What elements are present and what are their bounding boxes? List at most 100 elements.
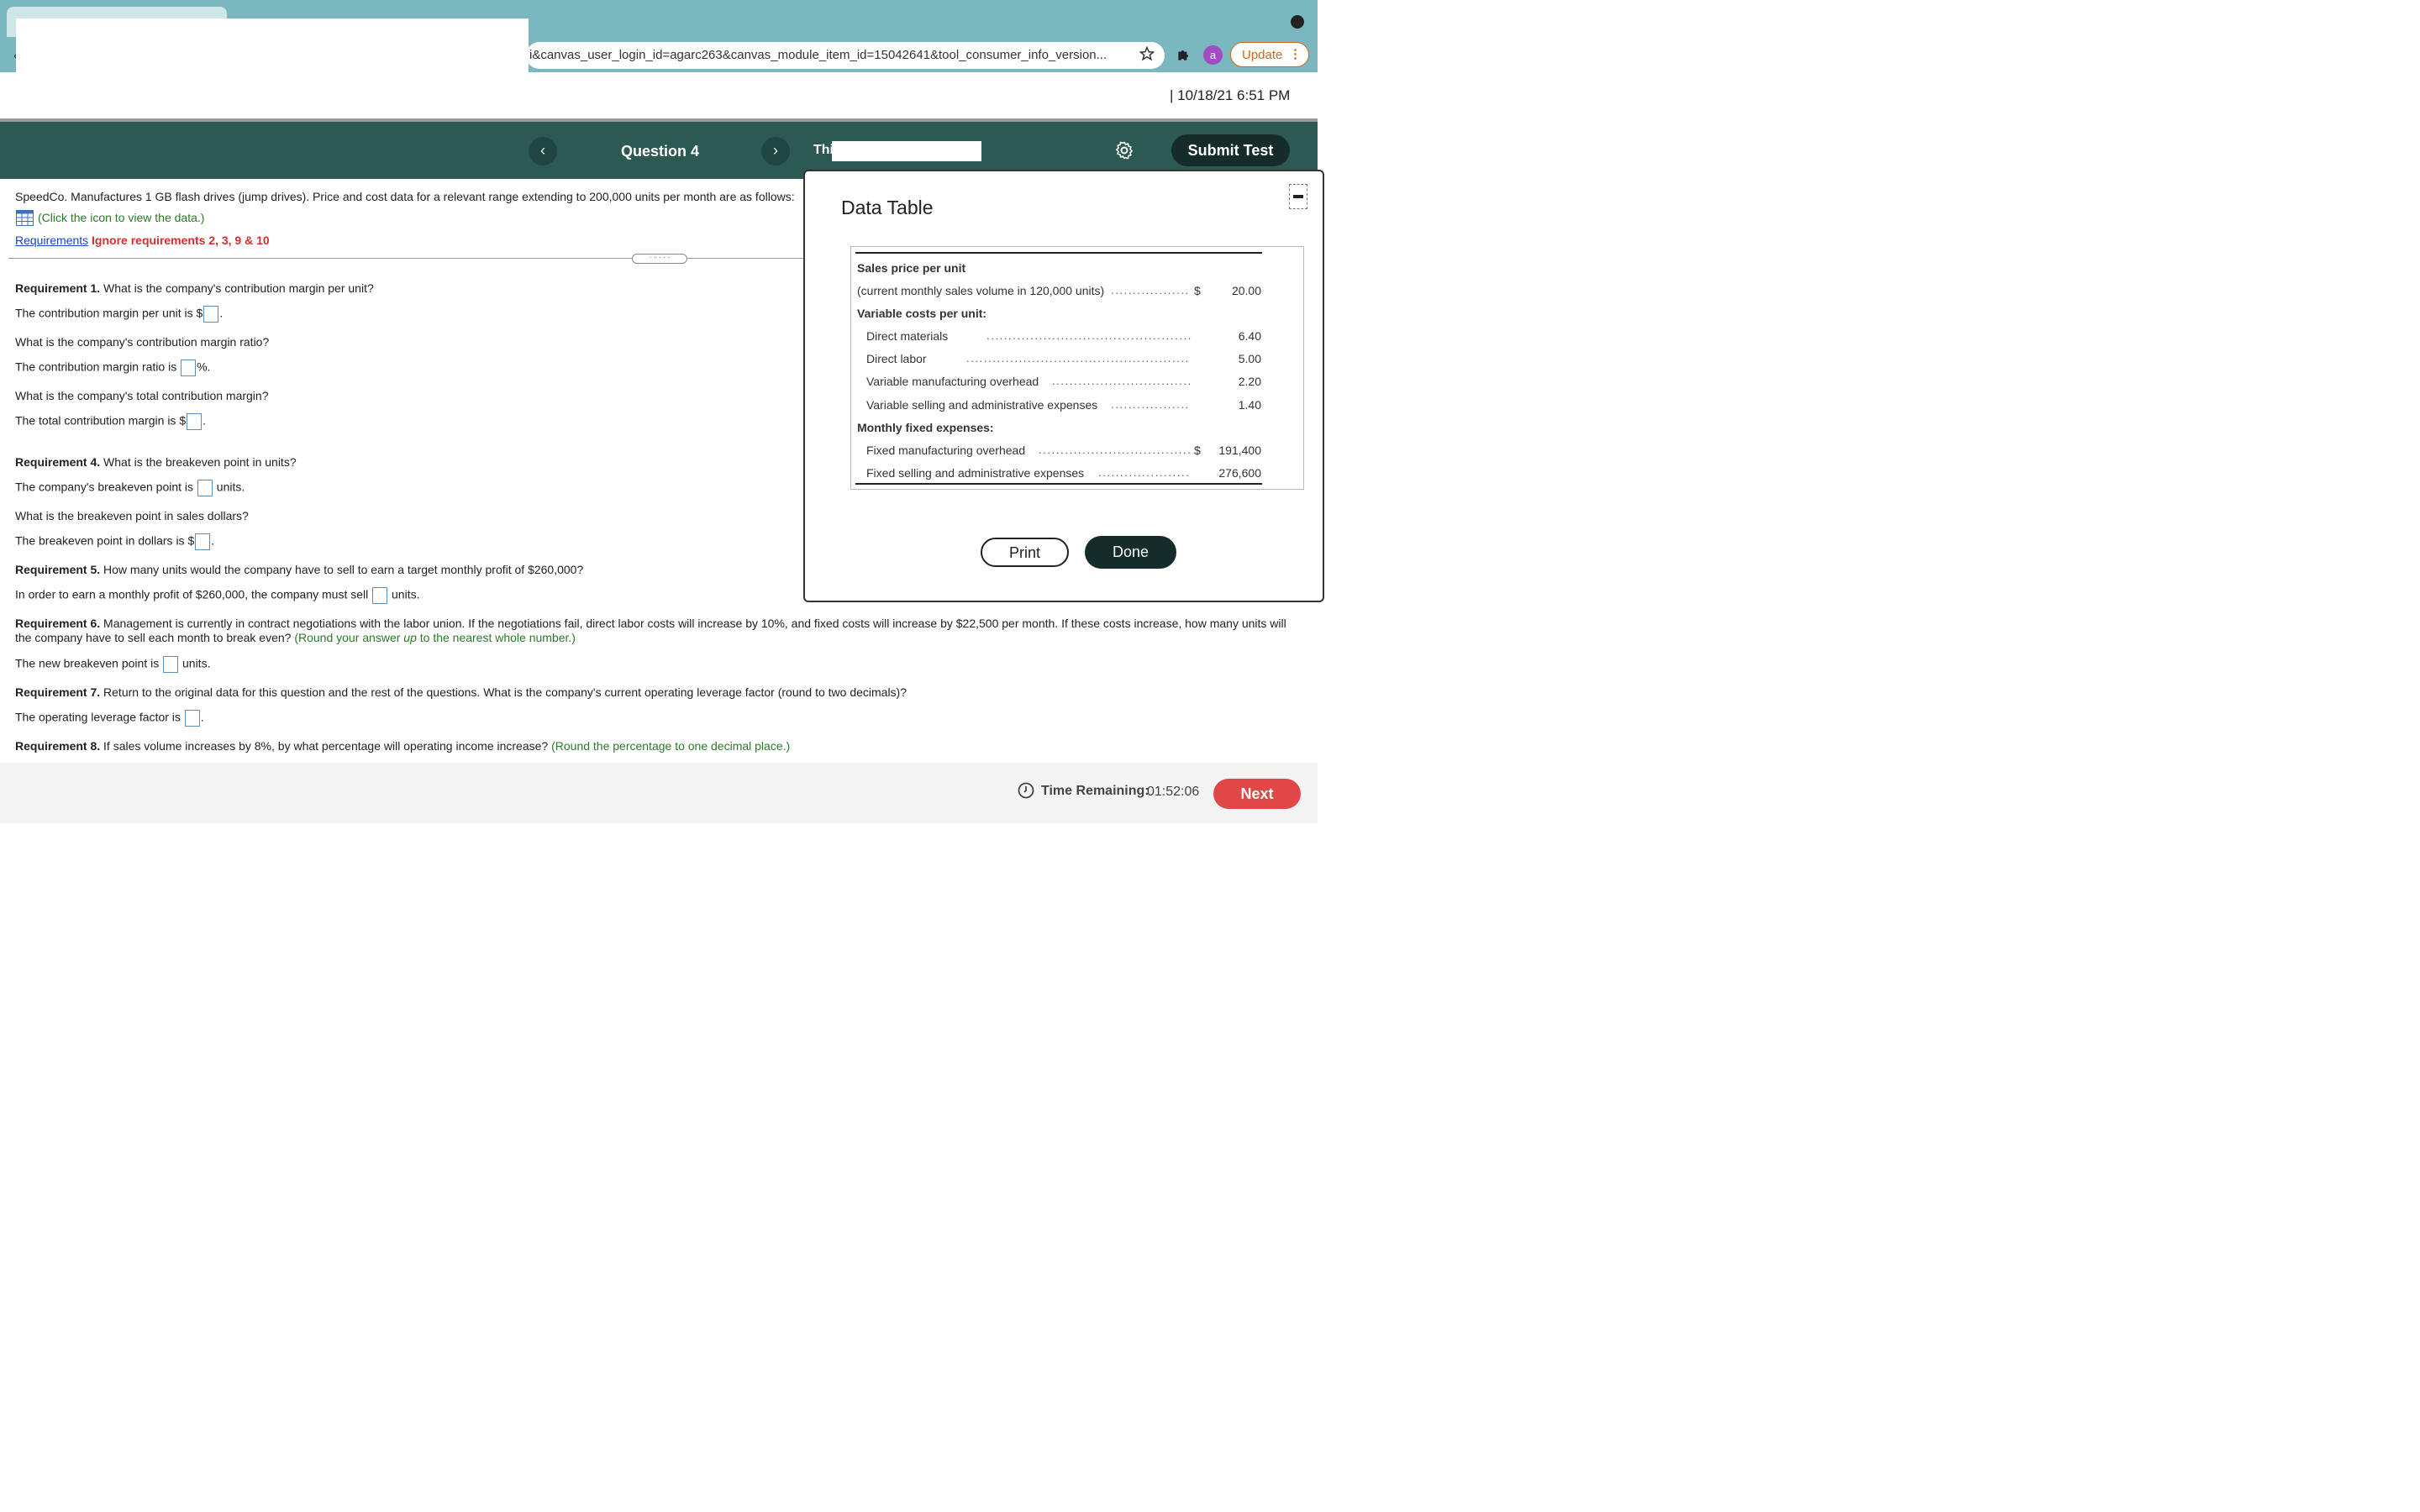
cm-ratio-row: The contribution margin ratio is %. — [15, 360, 210, 376]
be-units-row: The company's breakeven point is units. — [15, 480, 245, 496]
requirement-4: Requirement 4. What is the breakeven poi… — [15, 455, 297, 469]
next-question-button[interactable]: › — [761, 137, 790, 165]
submit-test-button[interactable]: Submit Test — [1171, 134, 1290, 166]
table-rule — [855, 483, 1262, 485]
answer-suffix: %. — [197, 360, 211, 374]
tab-search-icon[interactable] — [1291, 15, 1304, 29]
question-label: Question 4 — [621, 143, 700, 160]
requirement-7: Requirement 7. Return to the original da… — [15, 685, 907, 699]
requirements-link[interactable]: Requirements — [15, 234, 88, 247]
browser-update-button[interactable]: Update ⋮ — [1230, 42, 1309, 67]
answer-suffix: . — [200, 710, 204, 724]
info-row — [0, 72, 1318, 119]
req-label: Requirement 1. — [15, 281, 101, 295]
req-label: Requirement 4. — [15, 455, 101, 469]
req-text: How many units would the company have to… — [100, 563, 584, 576]
req-label: Requirement 8. — [15, 739, 101, 753]
cm-ratio-input[interactable] — [181, 360, 197, 376]
answer-suffix: units. — [182, 656, 211, 670]
more-menu-icon[interactable]: ⋮ — [1289, 46, 1302, 61]
bookmark-star-icon[interactable] — [1139, 46, 1155, 61]
dt-row-label: Direct materials — [866, 329, 949, 343]
answer-prefix: The total contribution margin is $ — [15, 413, 187, 428]
modal-title: Data Table — [841, 197, 934, 218]
requirement-8: Requirement 8. If sales volume increases… — [15, 739, 790, 753]
dt-row-label: Variable manufacturing overhead — [866, 375, 1039, 388]
dt-row-label: Direct labor — [866, 352, 927, 365]
dt-leader-dots: ........................................… — [986, 329, 1191, 342]
dt-value: 276,600 — [1218, 466, 1261, 480]
be-units-input[interactable] — [197, 480, 213, 496]
req-text: the company have to sell each month to b… — [15, 631, 292, 644]
answer-prefix: In order to earn a monthly profit of $26… — [15, 587, 369, 601]
dt-row-label: (current monthly sales volume in 120,000… — [857, 284, 1105, 297]
dt-value: 6.40 — [1238, 329, 1261, 343]
minimize-button[interactable] — [1289, 184, 1307, 209]
round-hint: (Round the percentage to one decimal pla… — [548, 739, 791, 753]
dt-leader-dots: ........................................… — [1111, 284, 1191, 297]
dt-row-label: Variable costs per unit: — [857, 307, 987, 320]
data-table-icon[interactable] — [16, 210, 34, 226]
answer-suffix: . — [203, 413, 206, 428]
datetime: | 10/18/21 6:51 PM — [1170, 87, 1291, 103]
round-hint: (Round your answer up to the nearest who… — [291, 631, 576, 644]
print-button[interactable]: Print — [981, 538, 1069, 567]
answer-suffix: units. — [216, 480, 245, 494]
profile-avatar[interactable]: a — [1203, 45, 1223, 65]
total-cm-row: The total contribution margin is $. — [15, 413, 206, 430]
olf-input[interactable] — [184, 710, 200, 727]
be-dollars-question: What is the breakeven point in sales dol… — [15, 509, 249, 522]
be-dollars-row: The breakeven point in dollars is $. — [15, 533, 214, 550]
dt-leader-dots: ........................................… — [1052, 375, 1191, 387]
dt-row-label: Monthly fixed expenses: — [857, 421, 994, 434]
olf-row: The operating leverage factor is . — [15, 710, 204, 727]
req-text: What is the breakeven point in units? — [100, 455, 297, 469]
divider-handle[interactable]: · · · · · — [632, 254, 687, 264]
new-be-row: The new breakeven point is units. — [15, 656, 210, 673]
dt-leader-dots: ........................................… — [966, 352, 1191, 365]
dt-value: 1.40 — [1238, 398, 1261, 412]
be-dollars-input[interactable] — [195, 533, 211, 550]
dt-value: 20.00 — [1231, 284, 1261, 297]
test-title: Thi — [813, 143, 834, 157]
total-cm-input[interactable] — [187, 413, 203, 430]
dt-row-label: Sales price per unit — [857, 261, 966, 275]
requirement-6: Requirement 6. Management is currently i… — [15, 617, 1286, 630]
next-button[interactable]: Next — [1213, 779, 1301, 809]
url-text[interactable]: i&canvas_user_login_id=agarc263&canvas_m… — [529, 48, 1107, 62]
view-data-hint[interactable]: (Click the icon to view the data.) — [38, 211, 204, 224]
redacted-title — [832, 141, 981, 161]
answer-prefix: The contribution margin ratio is — [15, 360, 177, 374]
extensions-puzzle-icon[interactable] — [1176, 46, 1192, 63]
time-remaining-label: Time Remaining: — [1041, 784, 1150, 798]
requirement-5: Requirement 5. How many units would the … — [15, 563, 583, 576]
dt-dollar: $ — [1194, 284, 1201, 297]
time-remaining-value: 01:52:06 — [1147, 785, 1200, 799]
answer-suffix: . — [211, 533, 215, 548]
cm-per-unit-input[interactable] — [203, 306, 219, 323]
cm-per-unit-row: The contribution margin per unit is $. — [15, 306, 223, 323]
answer-prefix: The breakeven point in dollars is $ — [15, 533, 195, 548]
dt-dollar: $ — [1194, 444, 1201, 457]
req-label: Requirement 7. — [15, 685, 101, 699]
req-text: If sales volume increases by 8%, by what… — [100, 739, 549, 753]
new-be-input[interactable] — [163, 656, 179, 673]
previous-question-button[interactable]: ‹ — [529, 137, 557, 165]
hint-emphasis: up — [403, 631, 417, 644]
req-text: What is the company's contribution margi… — [100, 281, 374, 295]
req-label: Requirement 6. — [15, 617, 101, 630]
answer-prefix: The company's breakeven point is — [15, 480, 194, 494]
done-button[interactable]: Done — [1085, 536, 1176, 569]
question-intro: SpeedCo. Manufactures 1 GB flash drives … — [15, 190, 795, 203]
answer-suffix: . — [219, 306, 224, 320]
gear-icon[interactable] — [1114, 140, 1134, 160]
hint-text: (Round your answer — [291, 631, 404, 644]
target-units-input[interactable] — [372, 587, 388, 604]
dt-row-label: Fixed manufacturing overhead — [866, 444, 1026, 457]
ignore-note: Ignore requirements 2, 3, 9 & 10 — [92, 234, 270, 247]
dt-leader-dots: ........................................… — [1039, 444, 1191, 456]
dt-leader-dots: .............................. — [1098, 466, 1191, 479]
total-cm-question: What is the company's total contribution… — [15, 389, 269, 402]
answer-prefix: The operating leverage factor is — [15, 710, 181, 724]
req-text: Management is currently in contract nego… — [100, 617, 1286, 630]
